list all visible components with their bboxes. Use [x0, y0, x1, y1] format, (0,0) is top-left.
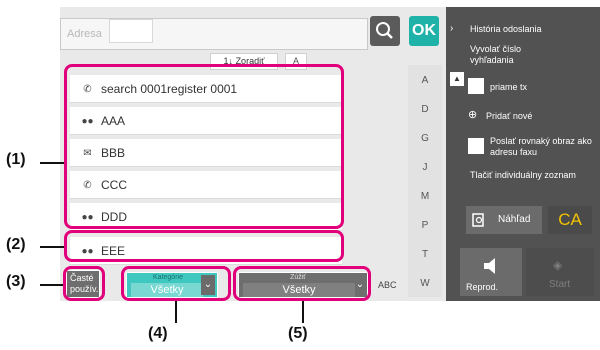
play-button[interactable]: Reprod. [460, 248, 522, 296]
ca-button[interactable]: CA [548, 206, 592, 234]
abc-toggle[interactable]: ABC [378, 280, 397, 290]
start-icon: ◈ [553, 258, 563, 272]
callout-leader [175, 301, 177, 323]
speaker-icon [484, 258, 495, 274]
same-image-checkbox[interactable] [468, 138, 484, 154]
preview-button[interactable]: Náhľad [466, 206, 542, 234]
ok-button[interactable]: OK [409, 16, 439, 46]
direct-tx-checkbox[interactable] [468, 78, 484, 94]
plus-icon: ⊕ [468, 109, 478, 121]
address-placeholder: Adresa [67, 28, 102, 40]
side-panel: › História odoslania Vyvolať číslo vyhľa… [446, 7, 600, 301]
highlight-frame-category [121, 266, 231, 301]
callout-leader [40, 162, 64, 164]
highlight-frame-group [64, 230, 344, 262]
callout-2: (2) [6, 236, 26, 253]
chevron-right-icon[interactable]: › [450, 23, 453, 34]
callout-leader [40, 284, 63, 286]
preview-label: Náhľad [498, 214, 531, 225]
index-letter[interactable]: T [408, 249, 442, 260]
address-input[interactable]: Adresa [60, 18, 368, 50]
index-letter[interactable]: M [408, 191, 442, 202]
recall-link[interactable]: Vyvolať číslo vyhľadania [470, 44, 554, 66]
search-icon [376, 22, 393, 39]
callout-5: (5) [288, 325, 308, 342]
index-letter[interactable]: G [408, 133, 442, 144]
address-chip [109, 19, 153, 43]
print-list-link[interactable]: Tlačiť individuálny zoznam [470, 170, 582, 181]
same-image-label: Poslať rovnaký obraz ako adresu faxu [490, 136, 592, 157]
index-letter[interactable]: P [408, 220, 442, 231]
history-link[interactable]: História odoslania [470, 24, 542, 35]
preview-icon [472, 213, 484, 227]
add-new-button[interactable]: Pridať nové [486, 111, 532, 122]
index-letter[interactable]: D [408, 104, 442, 115]
callout-leader [302, 301, 304, 323]
index-letter[interactable]: J [408, 162, 442, 173]
callout-leader [40, 246, 64, 248]
collapse-icon[interactable]: ▲ [450, 72, 464, 86]
start-button[interactable]: ◈ Start [526, 248, 594, 296]
highlight-frame-frequent [63, 266, 105, 301]
highlight-frame-list [64, 64, 344, 229]
start-label: Start [549, 279, 571, 290]
callout-4: (4) [148, 325, 168, 342]
index-letter[interactable]: A [408, 75, 442, 86]
highlight-frame-narrow [233, 266, 371, 301]
play-label: Reprod. [466, 282, 499, 292]
index-letter[interactable]: W [408, 278, 442, 289]
callout-3: (3) [6, 273, 26, 290]
search-button[interactable] [370, 16, 400, 46]
callout-1: (1) [6, 151, 26, 168]
alphabet-index: A D G J M P T W [408, 65, 442, 297]
direct-tx-label: priame tx [490, 82, 528, 92]
